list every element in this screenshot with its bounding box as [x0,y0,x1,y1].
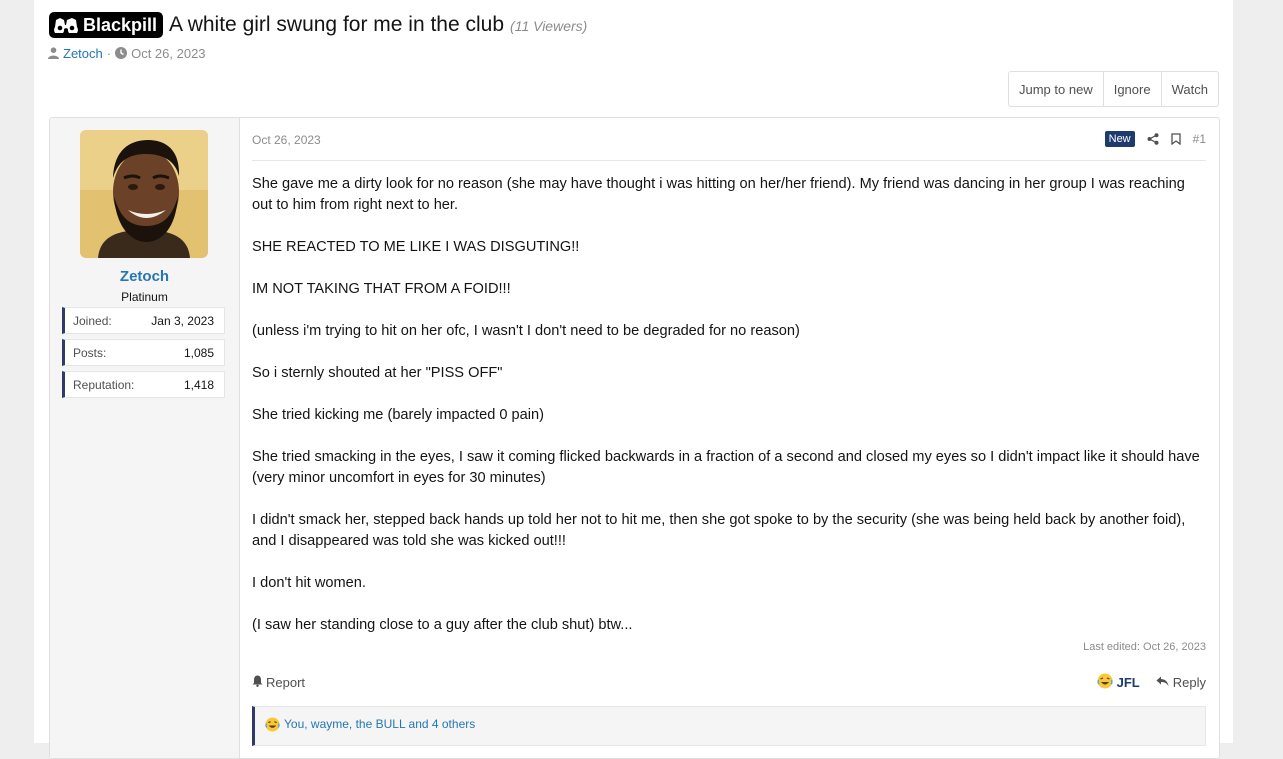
report-link[interactable]: Report [252,673,305,691]
post-footer-actions: JFL Reply [1097,673,1206,691]
stat-label: Reputation: [73,377,135,392]
jump-to-new-button[interactable]: Jump to new [1009,72,1104,106]
post-body: She gave me a dirty look for no reason (… [252,174,1202,657]
laugh-emoji-icon [1097,673,1113,692]
meta-separator: · [106,45,112,61]
viewer-count: (11 Viewers) [510,18,588,34]
report-label: Report [266,674,306,690]
post: Zetoch Platinum Joined: Jan 3, 2023 Post… [49,117,1220,759]
post-user-cell: Zetoch Platinum Joined: Jan 3, 2023 Post… [50,118,240,758]
user-icon [48,47,59,59]
bell-icon [252,675,263,690]
share-icon[interactable] [1147,130,1159,149]
post-paragraph: She tried smacking in the eyes, I saw it… [252,449,1200,486]
binoculars-icon [54,17,78,35]
thread-title-text: A white girl swung for me in the club [169,13,505,36]
stat-value[interactable]: 1,085 [184,346,214,360]
post-number[interactable]: #1 [1193,132,1206,146]
stat-value: 1,418 [183,377,214,392]
reply-label: Reply [1172,674,1206,690]
stat-label: Posts: [73,345,107,360]
jfl-label: JFL [1116,674,1140,690]
last-edited: Last edited: Oct 26, 2023 [1083,641,1206,653]
thread-author-link[interactable]: Zetoch [63,46,103,61]
post-paragraph: She gave me a dirty look for no reason (… [252,176,1185,213]
reactions-text[interactable]: You, wayme, the BULL and 4 others [284,717,475,731]
post-paragraph: So i sternly shouted at her "PISS OFF" [252,365,503,381]
post-date[interactable]: Oct 26, 2023 [252,133,321,147]
post-paragraph: (unless i'm trying to hit on her ofc, I … [252,323,800,339]
stat-joined: Joined: Jan 3, 2023 [62,307,225,334]
stat-label: Joined: [73,313,112,328]
jfl-reaction-button[interactable]: JFL [1097,673,1140,692]
prefix-label: Blackpill [83,14,158,35]
thread-date[interactable]: Oct 26, 2023 [131,46,205,61]
thread-meta: Zetoch · Oct 26, 2023 [48,44,206,62]
reactions-bar[interactable]: You, wayme, the BULL and 4 others [252,706,1206,746]
watch-button[interactable]: Watch [1162,72,1218,106]
post-header-actions: New #1 [1104,130,1206,149]
prefix-badge[interactable]: Blackpill [49,12,164,38]
stat-value: Jan 3, 2023 [151,313,214,328]
post-paragraph: IM NOT TAKING THAT FROM A FOID!!! [252,281,511,297]
avatar[interactable] [80,130,208,258]
reply-icon [1156,675,1169,690]
post-paragraph: (I saw her standing close to a guy after… [252,617,633,633]
ignore-button[interactable]: Ignore [1104,72,1162,106]
reply-button[interactable]: Reply [1156,675,1206,690]
stat-posts: Posts: 1,085 [62,339,225,366]
post-username[interactable]: Zetoch [50,268,239,285]
user-title: Platinum [121,290,168,304]
post-paragraph: SHE REACTED TO ME LIKE I WAS DISGUTING!! [252,239,580,255]
post-paragraph: I don't hit women. [252,575,366,591]
post-paragraph: She tried kicking me (barely impacted 0 … [252,407,545,423]
post-header-divider [252,160,1206,161]
post-paragraph: I didn't smack her, stepped back hands u… [252,512,1186,549]
thread-action-buttons: Jump to new Ignore Watch [1008,71,1219,107]
thread-title: Blackpill A white girl swung for me in t… [49,10,587,40]
laugh-emoji-icon [265,717,280,735]
post-main-cell: Oct 26, 2023 New #1 She gave me a dirty … [240,118,1219,758]
stat-reputation: Reputation: 1,418 [62,371,225,398]
bookmark-icon[interactable] [1170,130,1181,149]
page: Blackpill A white girl swung for me in t… [34,0,1233,759]
clock-icon [115,47,128,59]
new-badge: New [1104,131,1135,147]
